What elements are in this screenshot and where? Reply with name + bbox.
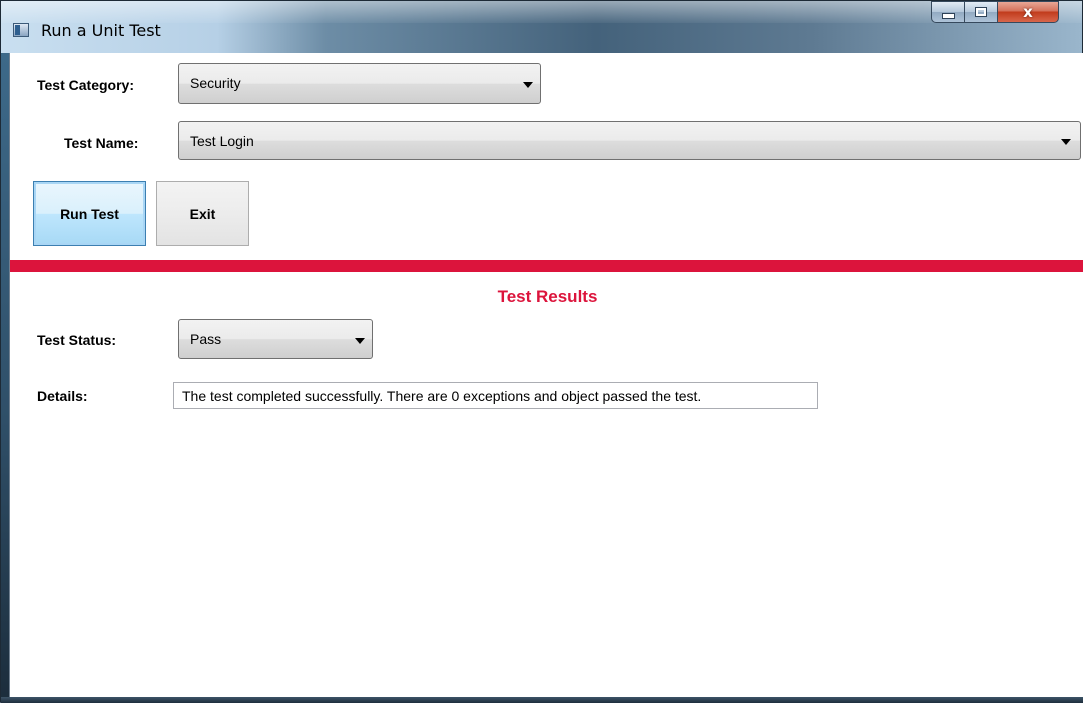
test-category-label: Test Category: [37, 77, 134, 93]
run-test-button-label: Run Test [60, 205, 119, 222]
details-field[interactable]: The test completed successfully. There a… [173, 382, 818, 409]
exit-button-label: Exit [189, 205, 216, 222]
caption-buttons: x [931, 1, 1059, 25]
close-icon: x [1023, 3, 1033, 21]
test-name-label: Test Name: [64, 135, 139, 151]
minimize-button[interactable] [931, 1, 964, 23]
window-title: Run a Unit Test [41, 21, 161, 40]
test-name-dropdown[interactable]: Test Login [178, 121, 1081, 160]
test-status-dropdown[interactable]: Pass [178, 319, 373, 359]
test-status-label: Test Status: [37, 332, 117, 348]
window-client-area: Test Category: Security Test Name: Test … [9, 53, 1083, 697]
maximize-icon [975, 7, 987, 17]
title-bar-gloss [1, 1, 1082, 23]
results-title: Test Results [497, 287, 598, 306]
close-button[interactable]: x [997, 1, 1059, 23]
title-bar[interactable]: Run a Unit Test x [1, 1, 1082, 53]
test-category-dropdown[interactable]: Security [178, 63, 541, 104]
exit-button[interactable]: Exit [156, 181, 249, 246]
results-separator [10, 260, 1083, 272]
chevron-down-icon [355, 338, 365, 344]
test-category-value: Security [190, 75, 241, 91]
run-test-button[interactable]: Run Test [33, 181, 146, 246]
details-text: The test completed successfully. There a… [182, 388, 702, 404]
app-window-icon[interactable] [13, 23, 29, 37]
app-window: Run a Unit Test x Test Category: Securit… [0, 0, 1083, 703]
chevron-down-icon [1061, 139, 1071, 145]
chevron-down-icon [523, 82, 533, 88]
minimize-icon [941, 13, 955, 19]
details-label: Details: [37, 388, 88, 404]
maximize-button[interactable] [964, 1, 997, 23]
test-status-value: Pass [190, 331, 222, 347]
window-bottom-border [1, 697, 1083, 703]
test-name-value: Test Login [190, 133, 254, 149]
